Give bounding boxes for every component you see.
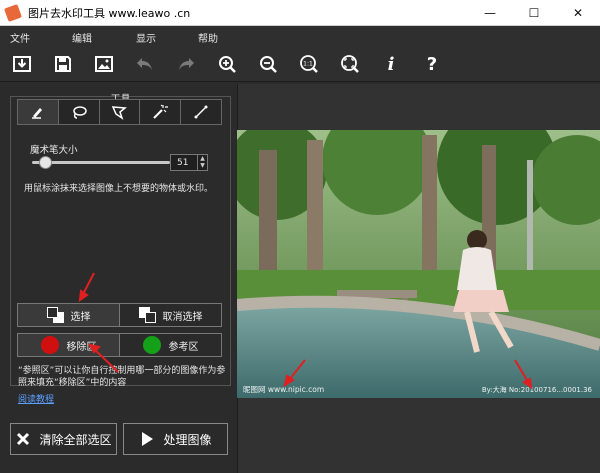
annotation-arrows: [78, 272, 533, 390]
